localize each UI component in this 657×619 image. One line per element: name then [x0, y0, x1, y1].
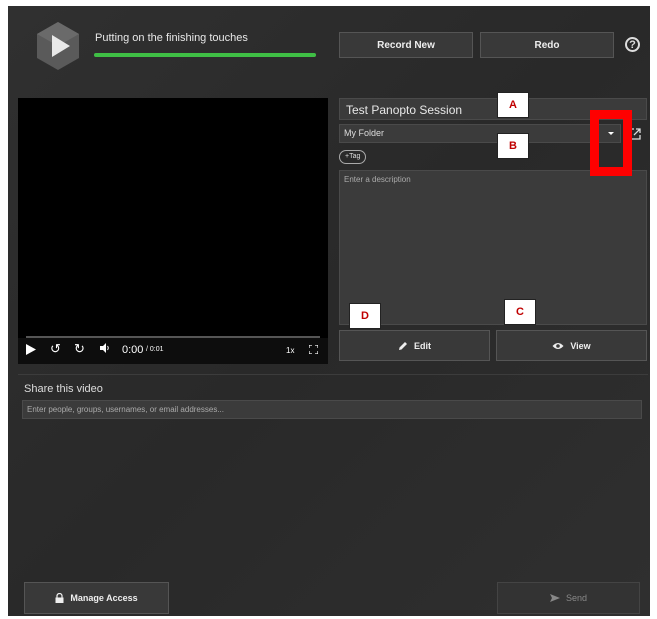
fast-forward-icon[interactable]: ↻: [74, 341, 85, 357]
panopto-logo-icon: [37, 22, 79, 70]
highlight-box: [590, 110, 632, 176]
play-icon[interactable]: [26, 344, 36, 358]
send-button[interactable]: Send: [497, 582, 640, 614]
view-button[interactable]: View: [496, 330, 647, 361]
callout-a: A: [497, 92, 529, 118]
edit-button[interactable]: Edit: [339, 330, 490, 361]
view-label: View: [570, 340, 591, 351]
playback-speed-button[interactable]: 1x: [286, 346, 294, 355]
question-circle-icon[interactable]: ?: [625, 37, 640, 52]
description-input[interactable]: Enter a description: [339, 170, 647, 325]
add-tag-button[interactable]: +Tag: [339, 150, 367, 164]
rewind-icon[interactable]: ↺: [50, 341, 61, 357]
folder-value: My Folder: [344, 128, 385, 138]
eye-icon: [552, 342, 564, 349]
send-icon: [549, 594, 560, 602]
lock-icon: [55, 593, 64, 603]
time-current: 0:00: [122, 344, 144, 356]
fullscreen-icon[interactable]: [308, 344, 319, 357]
status-text: Putting on the finishing touches: [95, 32, 248, 44]
callout-b: B: [497, 133, 529, 159]
share-input-placeholder: Enter people, groups, usernames, or emai…: [27, 405, 224, 414]
volume-icon[interactable]: [100, 343, 110, 356]
record-new-label: Record New: [377, 39, 435, 51]
processing-progress-bar: [94, 53, 316, 57]
pencil-icon: [399, 341, 407, 350]
manage-access-label: Manage Access: [70, 593, 138, 603]
share-recipients-input[interactable]: Enter people, groups, usernames, or emai…: [22, 400, 642, 419]
panopto-recorder-window: Putting on the finishing touches Record …: [8, 6, 650, 616]
video-preview[interactable]: [18, 98, 328, 338]
record-new-button[interactable]: Record New: [339, 32, 473, 58]
redo-label: Redo: [534, 39, 560, 51]
description-placeholder: Enter a description: [344, 175, 411, 184]
redo-button[interactable]: Redo: [480, 32, 614, 58]
session-title-value: Test Panopto Session: [346, 103, 463, 117]
folder-select[interactable]: My Folder: [339, 124, 621, 143]
player-controls: ↺ ↻ 0:00 / 0:01 1x: [18, 336, 328, 364]
progress-fill: [94, 53, 316, 57]
send-label: Send: [565, 593, 588, 603]
manage-access-button[interactable]: Manage Access: [24, 582, 169, 614]
share-title: Share this video: [24, 383, 103, 395]
callout-d: D: [349, 303, 381, 329]
scrubber-bar[interactable]: [26, 336, 320, 338]
edit-label: Edit: [414, 340, 431, 351]
share-panel: Share this video Enter people, groups, u…: [18, 374, 648, 616]
time-total: / 0:01: [146, 346, 164, 353]
callout-c: C: [504, 299, 536, 325]
